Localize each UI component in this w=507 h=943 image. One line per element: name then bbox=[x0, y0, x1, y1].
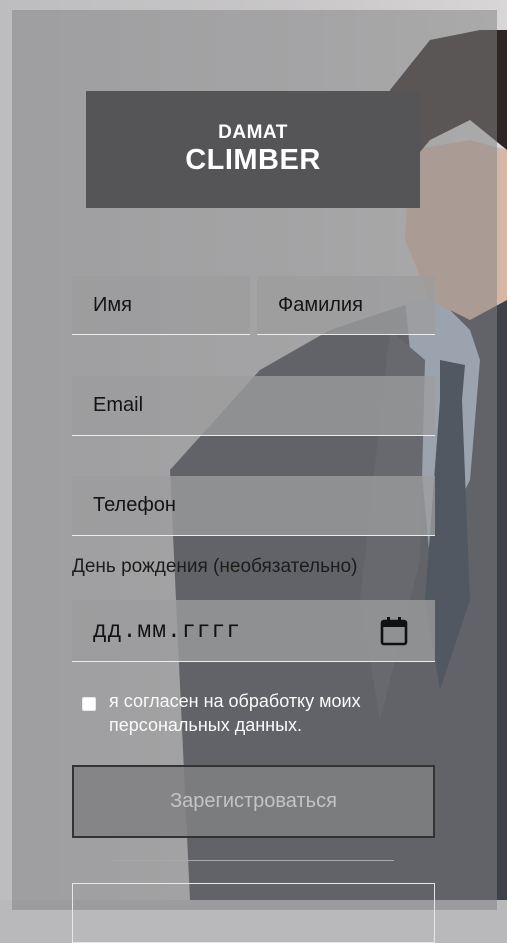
phone-input[interactable] bbox=[72, 476, 435, 536]
secondary-button[interactable] bbox=[72, 883, 435, 943]
register-button[interactable]: Зарегистроваться bbox=[72, 765, 435, 838]
brand-logo: DAMAT CLIMBER bbox=[86, 91, 420, 208]
calendar-icon[interactable] bbox=[380, 616, 408, 646]
brand-logo-line2: CLIMBER bbox=[185, 144, 321, 176]
birthday-label: День рождения (необязательно) bbox=[72, 556, 358, 577]
first-name-input[interactable] bbox=[72, 276, 250, 335]
consent-label: я согласен на обработку моих персональны… bbox=[109, 691, 361, 735]
birthday-placeholder: дд.мм.гггг bbox=[93, 618, 242, 644]
email-input[interactable] bbox=[72, 376, 435, 436]
brand-logo-line1: DAMAT bbox=[218, 122, 288, 143]
divider bbox=[112, 860, 394, 861]
birthday-date-input[interactable]: дд.мм.гггг bbox=[72, 600, 435, 662]
last-name-input[interactable] bbox=[257, 276, 435, 335]
consent-checkbox[interactable] bbox=[82, 697, 96, 711]
